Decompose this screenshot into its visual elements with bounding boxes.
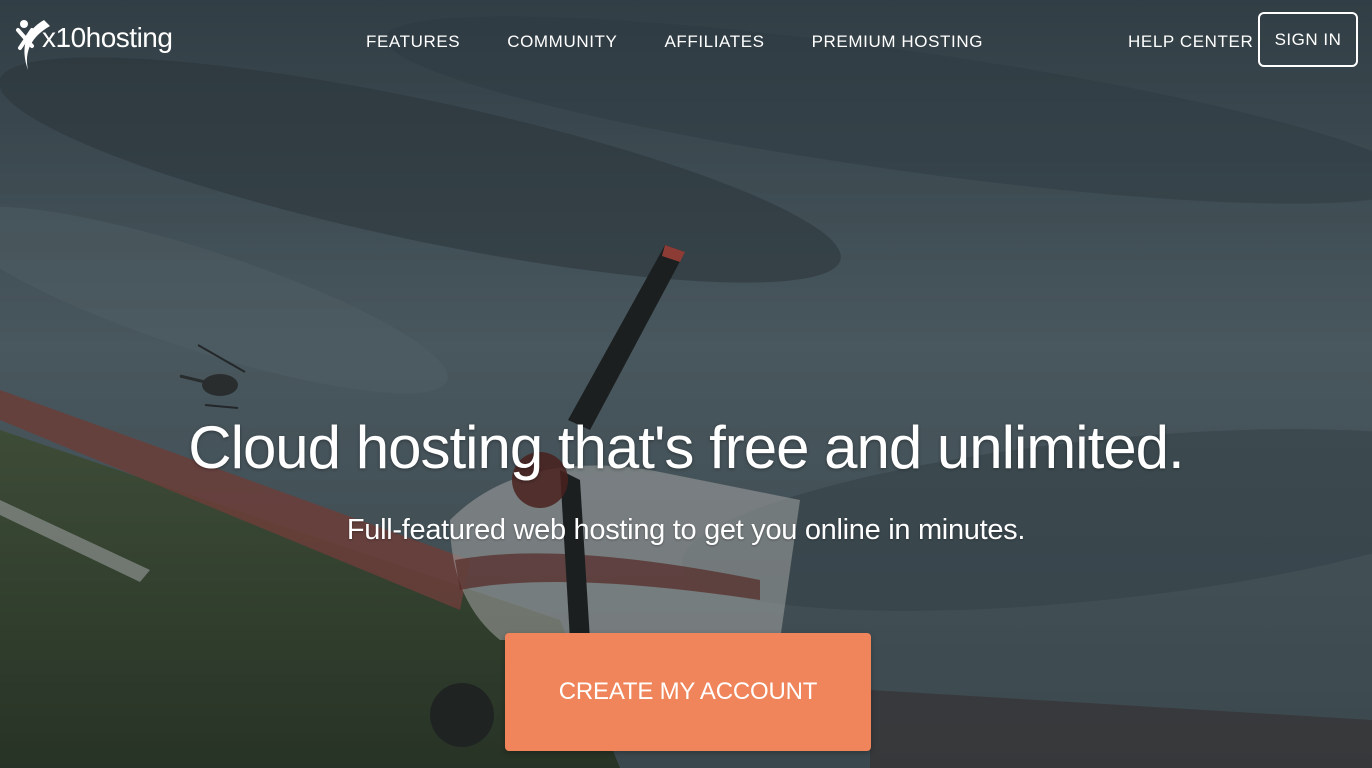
nav-item-premium-hosting[interactable]: PREMIUM HOSTING <box>812 32 983 52</box>
hero-copy: Cloud hosting that's free and unlimited.… <box>0 408 1372 547</box>
hero-section: x10hosting FEATURES COMMUNITY AFFILIATES… <box>0 0 1372 768</box>
nav-item-affiliates[interactable]: AFFILIATES <box>664 32 764 52</box>
hero-subheadline: Full-featured web hosting to get you onl… <box>346 514 1026 546</box>
top-navigation-bar: x10hosting FEATURES COMMUNITY AFFILIATES… <box>0 0 1372 86</box>
nav-item-help-center[interactable]: HELP CENTER <box>1128 32 1253 52</box>
brand-logo[interactable]: x10hosting <box>14 16 173 72</box>
sign-in-button[interactable]: SIGN IN <box>1258 12 1358 67</box>
brand-logo-text: x10hosting <box>42 22 173 53</box>
hero-headline: Cloud hosting that's free and unlimited. <box>188 414 1184 481</box>
main-nav: FEATURES COMMUNITY AFFILIATES PREMIUM HO… <box>366 32 983 52</box>
nav-item-community[interactable]: COMMUNITY <box>507 32 617 52</box>
nav-item-features[interactable]: FEATURES <box>366 32 460 52</box>
create-account-button[interactable]: CREATE MY ACCOUNT <box>505 633 871 751</box>
